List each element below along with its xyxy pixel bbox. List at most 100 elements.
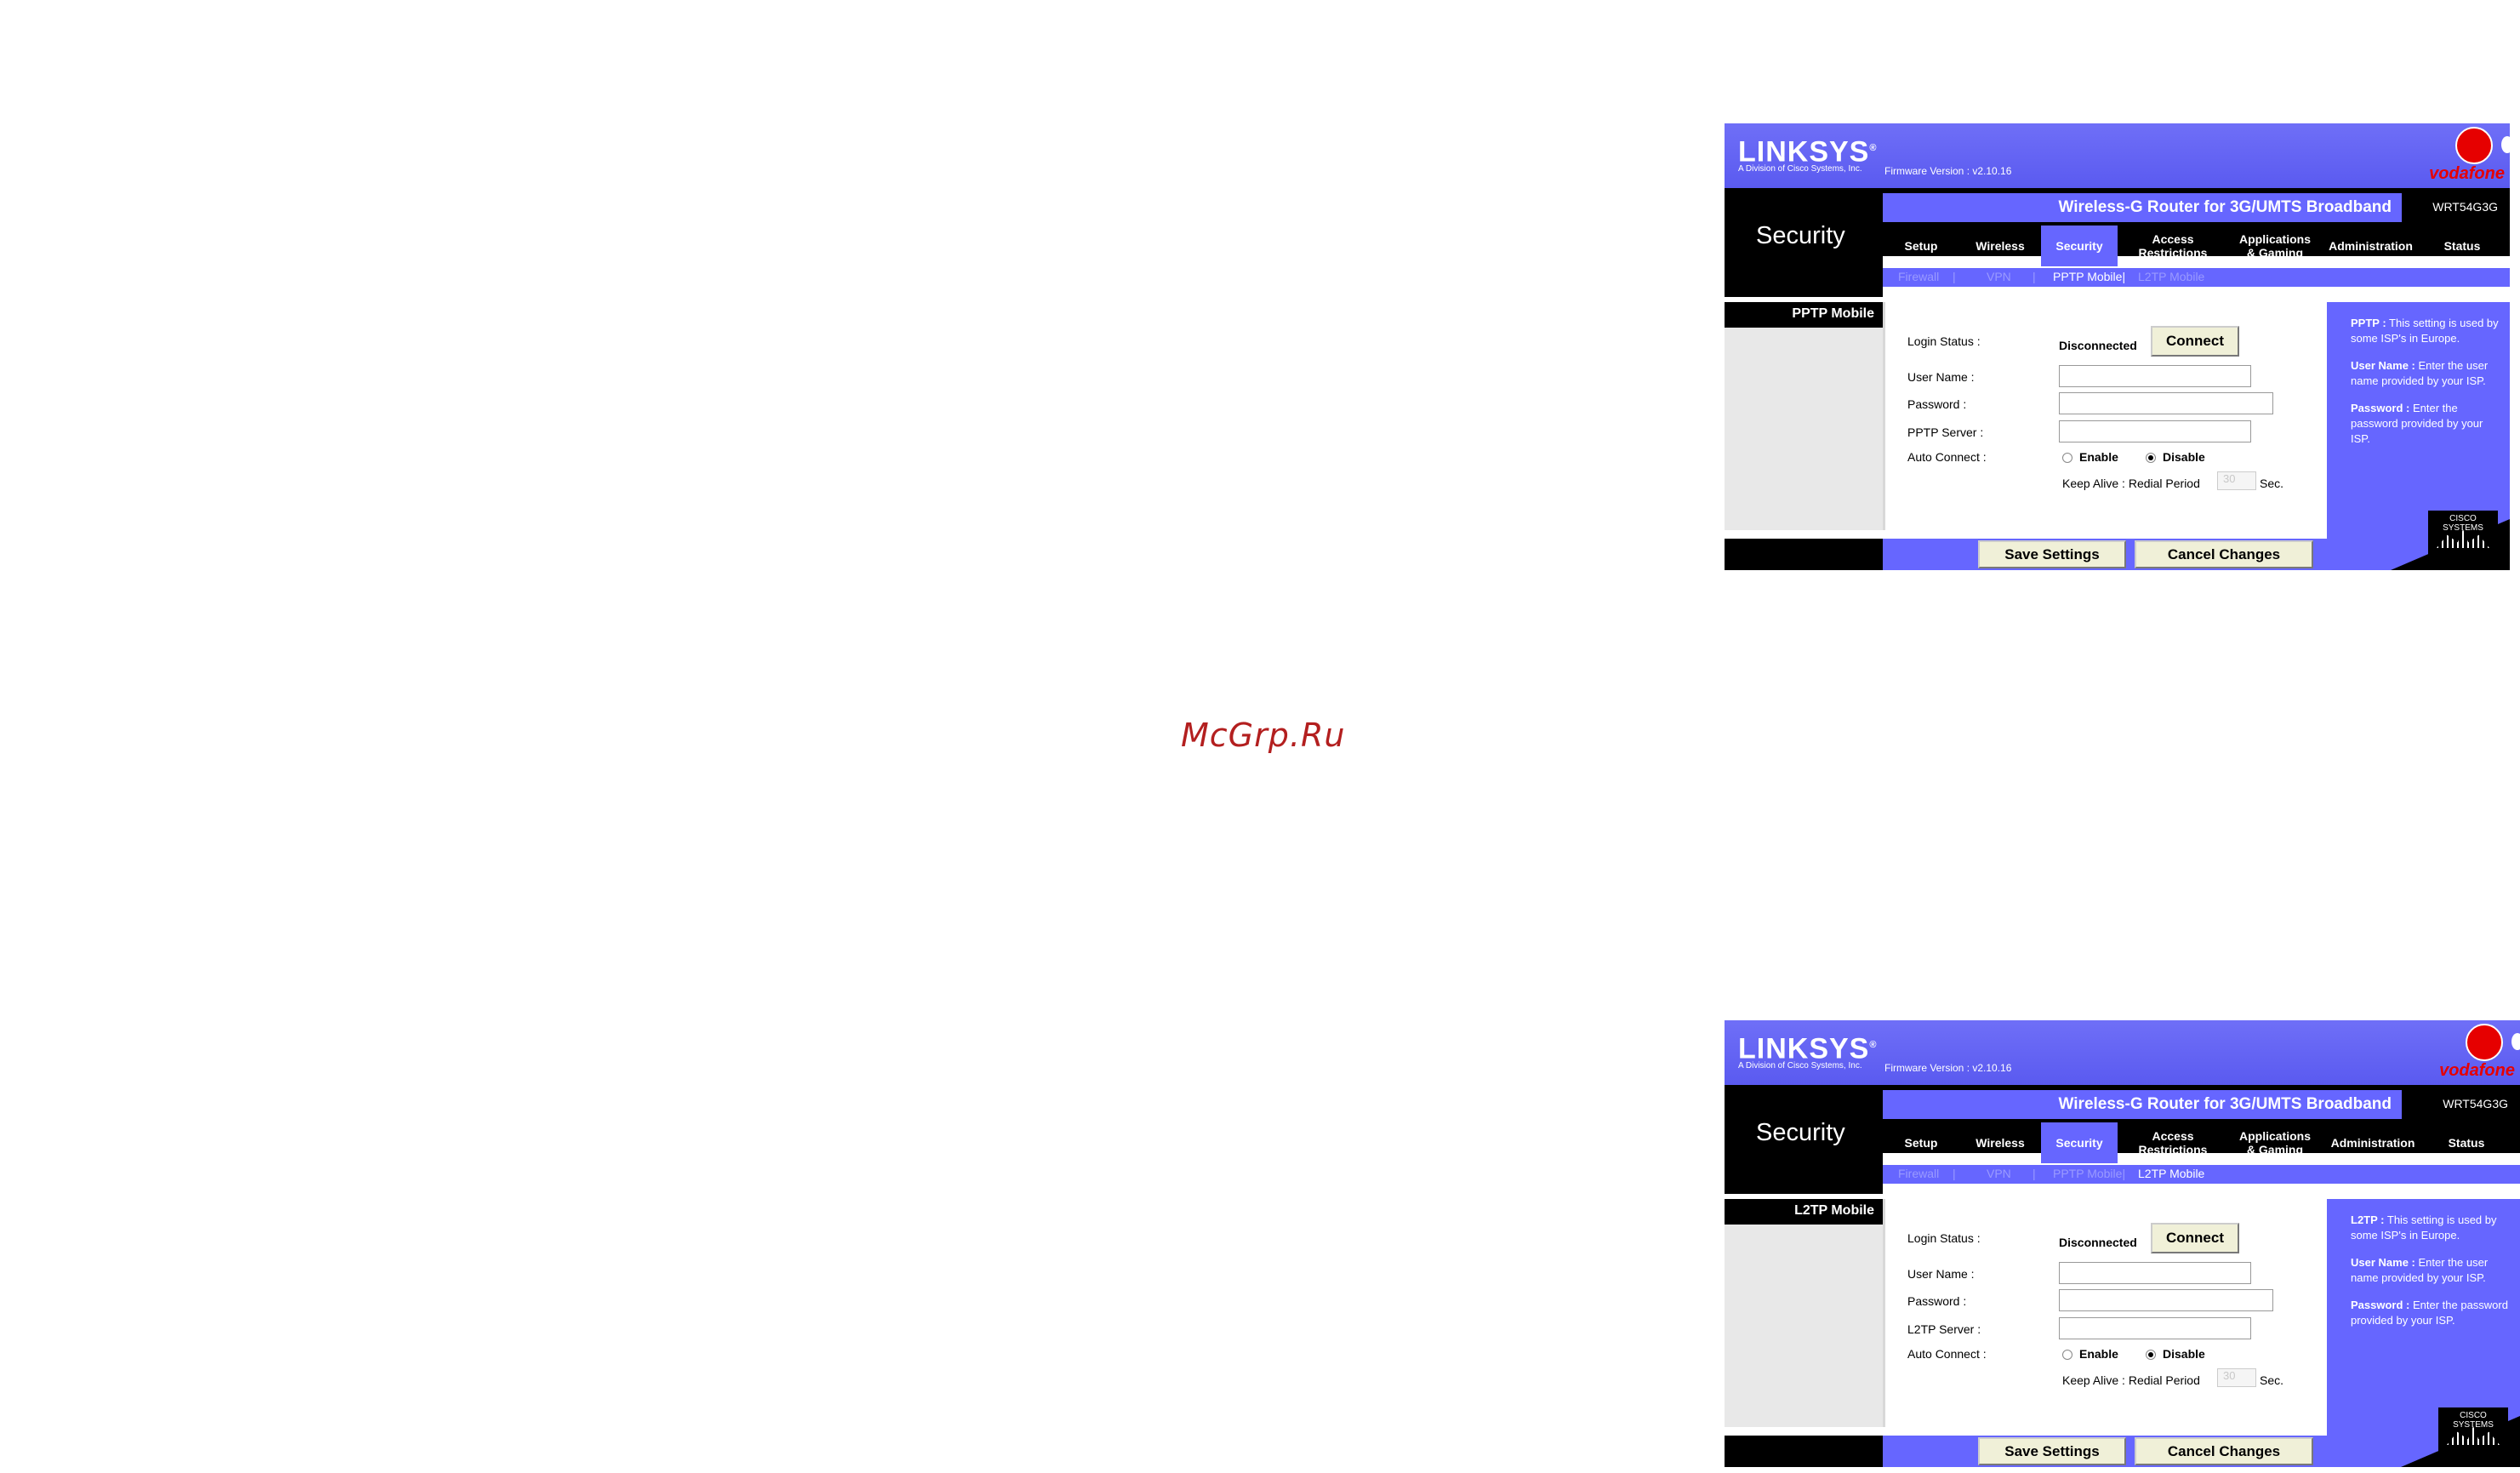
- pptp-server-label: PPTP Server :: [1907, 425, 1984, 439]
- tab-applications-gaming[interactable]: Applications & Gaming: [2228, 226, 2322, 266]
- page-title-block: Security: [1725, 188, 1883, 297]
- redial-period-input[interactable]: 30: [2217, 1368, 2256, 1387]
- keep-alive-label: Keep Alive : Redial Period: [2062, 1373, 2200, 1387]
- subtab-vpn[interactable]: VPN: [1987, 270, 2011, 283]
- l2tp-server-label: L2TP Server :: [1907, 1322, 1981, 1336]
- tab-setup[interactable]: Setup: [1883, 1122, 1959, 1163]
- footer-left: [1725, 539, 1883, 570]
- logo-subtitle: A Division of Cisco Systems, Inc.: [1738, 1061, 1862, 1070]
- header-band: LINKSYS® A Division of Cisco Systems, In…: [1725, 123, 2510, 188]
- password-label: Password :: [1907, 1294, 1967, 1308]
- tab-security[interactable]: Security: [2041, 226, 2118, 266]
- vodafone-speechmark-icon: [2466, 1024, 2520, 1061]
- help-panel: L2TP : This setting is used by some ISP'…: [2327, 1199, 2520, 1467]
- password-input[interactable]: [2059, 392, 2273, 414]
- subtab-firewall[interactable]: Firewall: [1898, 1167, 1939, 1180]
- save-settings-button[interactable]: Save Settings: [1978, 540, 2126, 568]
- model-number: WRT54G3G: [2432, 200, 2498, 214]
- redial-period-input[interactable]: 30: [2217, 471, 2256, 490]
- tab-security[interactable]: Security: [2041, 1122, 2118, 1163]
- tab-wireless[interactable]: Wireless: [1959, 1122, 2041, 1163]
- watermark-text: McGrp.Ru: [1181, 717, 1346, 754]
- vodafone-logo: vodafone: [2423, 127, 2510, 186]
- firmware-version: Firmware Version : v2.10.16: [1884, 165, 2012, 177]
- password-input[interactable]: [2059, 1289, 2273, 1311]
- pptp-server-input[interactable]: [2059, 420, 2251, 442]
- firmware-version: Firmware Version : v2.10.16: [1884, 1062, 2012, 1074]
- settings-form: Login Status : Disconnected Connect User…: [1883, 1199, 2328, 1427]
- linksys-logo: LINKSYS®: [1738, 135, 1878, 168]
- auto-connect-label: Auto Connect :: [1907, 450, 1987, 464]
- model-number: WRT54G3G: [2443, 1097, 2508, 1110]
- subtab-separator: |: [1953, 270, 1956, 283]
- subtab-l2tp-mobile[interactable]: L2TP Mobile: [2138, 270, 2204, 283]
- keep-alive-label: Keep Alive : Redial Period: [2062, 477, 2200, 490]
- tab-access-restrictions[interactable]: Access Restrictions: [2118, 226, 2228, 266]
- settings-form: Login Status : Disconnected Connect User…: [1883, 302, 2328, 530]
- section-title-bar: L2TP Mobile: [1725, 1199, 1883, 1225]
- disable-radio[interactable]: Disable: [2146, 450, 2205, 464]
- left-sidebar: [1725, 328, 1883, 530]
- page-title: Security: [1756, 222, 1845, 249]
- main-tabs: Setup Wireless Security Access Restrictio…: [1883, 1122, 2520, 1163]
- subtab-bar: Firewall | VPN | PPTP Mobile| L2TP Mobil…: [1883, 268, 2510, 287]
- cisco-systems-logo: CISCO SYSTEMS: [2428, 511, 2498, 555]
- username-input[interactable]: [2059, 365, 2251, 387]
- help-password: Password : Enter the password provided b…: [2351, 1299, 2508, 1327]
- username-label: User Name :: [1907, 370, 1975, 384]
- subtab-l2tp-mobile[interactable]: L2TP Mobile: [2138, 1167, 2204, 1180]
- disable-radio[interactable]: Disable: [2146, 1347, 2205, 1361]
- section-title: PPTP Mobile: [1792, 306, 1874, 321]
- subtab-separator: |: [2033, 270, 2036, 283]
- product-bar: Wireless-G Router for 3G/UMTS Broadband …: [1883, 1085, 2520, 1163]
- header-band: LINKSYS® A Division of Cisco Systems, In…: [1725, 1020, 2520, 1085]
- radio-selected-icon: [2146, 1350, 2156, 1361]
- pptp-mobile-screenshot: LINKSYS® A Division of Cisco Systems, In…: [1725, 123, 2510, 570]
- subtab-separator: |: [1953, 1167, 1956, 1180]
- logo-subtitle: A Division of Cisco Systems, Inc.: [1738, 164, 1862, 174]
- password-label: Password :: [1907, 397, 1967, 411]
- help-pptp: PPTP : This setting is used by some ISP'…: [2351, 317, 2499, 345]
- login-status-value: Disconnected: [2059, 1236, 2137, 1249]
- vodafone-speechmark-icon: [2455, 127, 2510, 164]
- l2tp-mobile-screenshot: LINKSYS® A Division of Cisco Systems, In…: [1725, 1020, 2520, 1473]
- tab-access-restrictions[interactable]: Access Restrictions: [2118, 1122, 2228, 1163]
- help-l2tp: L2TP : This setting is used by some ISP'…: [2351, 1213, 2497, 1242]
- page-title-block: Security: [1725, 1085, 1883, 1194]
- tab-status[interactable]: Status: [2424, 1122, 2509, 1163]
- seconds-label: Sec.: [2260, 1373, 2284, 1387]
- subtab-pptp-mobile[interactable]: PPTP Mobile|: [2053, 1167, 2125, 1180]
- username-input[interactable]: [2059, 1262, 2251, 1284]
- vodafone-wordmark: vodafone: [2439, 1061, 2515, 1080]
- connect-button[interactable]: Connect: [2151, 1223, 2239, 1253]
- product-name: Wireless-G Router for 3G/UMTS Broadband: [1883, 1090, 2402, 1119]
- tab-status[interactable]: Status: [2420, 226, 2505, 266]
- footer-left: [1725, 1436, 1883, 1467]
- tab-wireless[interactable]: Wireless: [1959, 226, 2041, 266]
- cisco-systems-logo: CISCO SYSTEMS: [2438, 1407, 2508, 1452]
- tab-administration[interactable]: Administration: [2322, 226, 2420, 266]
- left-sidebar: [1725, 1225, 1883, 1427]
- subtab-vpn[interactable]: VPN: [1987, 1167, 2011, 1180]
- l2tp-server-input[interactable]: [2059, 1317, 2251, 1339]
- help-password: Password : Enter the password provided b…: [2351, 402, 2483, 445]
- enable-radio[interactable]: Enable: [2062, 1347, 2118, 1361]
- tab-setup[interactable]: Setup: [1883, 226, 1959, 266]
- tab-administration[interactable]: Administration: [2322, 1122, 2424, 1163]
- subtab-bar: Firewall | VPN | PPTP Mobile| L2TP Mobil…: [1883, 1165, 2520, 1184]
- login-status-label: Login Status :: [1907, 334, 1981, 348]
- help-username: User Name : Enter the user name provided…: [2351, 1256, 2489, 1284]
- login-status-label: Login Status :: [1907, 1231, 1981, 1245]
- connect-button[interactable]: Connect: [2151, 326, 2239, 357]
- save-settings-button[interactable]: Save Settings: [1978, 1437, 2126, 1465]
- auto-connect-label: Auto Connect :: [1907, 1347, 1987, 1361]
- tab-applications-gaming[interactable]: Applications & Gaming: [2228, 1122, 2322, 1163]
- subtab-pptp-mobile[interactable]: PPTP Mobile|: [2053, 270, 2125, 283]
- main-tabs: Setup Wireless Security Access Restrictio…: [1883, 226, 2510, 266]
- vodafone-logo: vodafone: [2433, 1024, 2520, 1083]
- cancel-changes-button[interactable]: Cancel Changes: [2135, 1437, 2313, 1465]
- enable-radio[interactable]: Enable: [2062, 450, 2118, 464]
- subtab-firewall[interactable]: Firewall: [1898, 270, 1939, 283]
- product-bar: Wireless-G Router for 3G/UMTS Broadband …: [1883, 188, 2510, 266]
- cancel-changes-button[interactable]: Cancel Changes: [2135, 540, 2313, 568]
